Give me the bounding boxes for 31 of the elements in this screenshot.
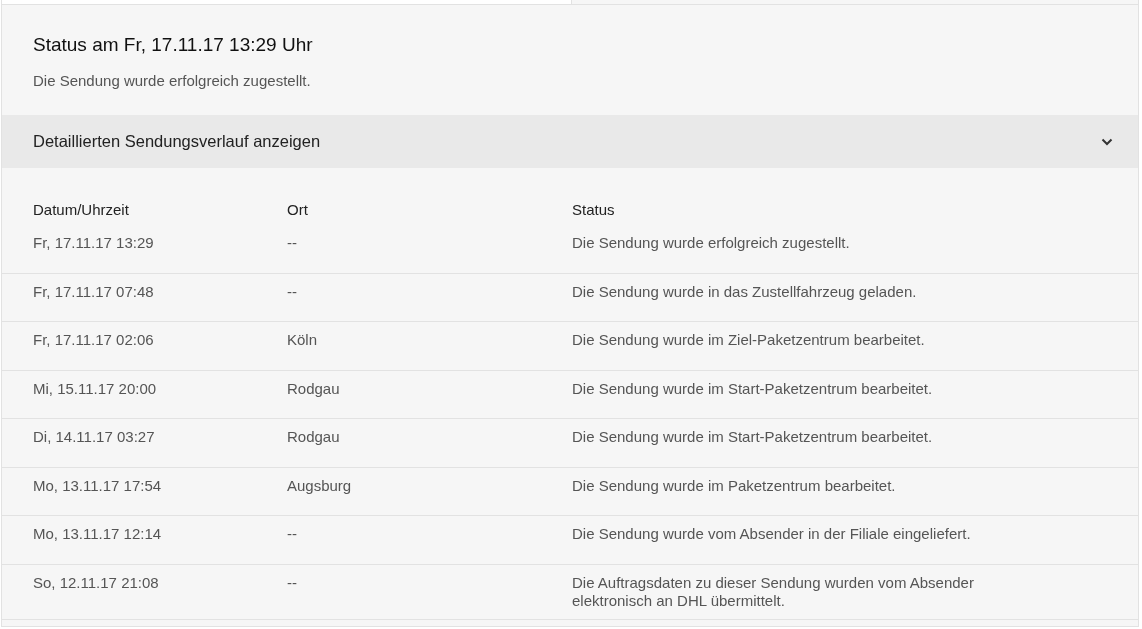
status-cell-text: Die Sendung wurde im Start-Paketzentrum bearbeitet. (572, 428, 934, 446)
place-cell-text: -- (287, 234, 298, 252)
status-message: Die Sendung wurde erfolgreich zugestellt. (33, 72, 312, 89)
history-toggle[interactable]: Detaillierten Sendungsverlauf anzeigen (2, 115, 1138, 168)
place-cell-text: -- (287, 282, 298, 301)
column-header: Datum/Uhrzeit (33, 201, 130, 218)
status-cell-text: Die Sendung wurde vom Absender in der Filiale eingeliefert. (572, 525, 972, 543)
status-cell-text: Die Sendung wurde im Ziel-Paketzentrum bearbeitet. (572, 331, 926, 349)
status-title: Status am Fr, 17.11.17 13:29 Uhr (33, 34, 314, 56)
date-cell-text: Fr, 17.11.17 02:06 (33, 331, 155, 349)
place-cell-text: -- (287, 573, 298, 592)
date-cell-text: Mo, 13.11.17 17:54 (33, 476, 163, 495)
place-cell-text: Rodgau (287, 428, 341, 446)
status-cell-text: Die Sendung wurde in das Zustellfahrzeug geladen. (572, 282, 918, 301)
place-cell-text: Augsburg (287, 476, 353, 495)
chevron-icon (1101, 137, 1113, 146)
date-cell-text: Mi, 15.11.17 20:00 (33, 379, 158, 398)
column-header: Status (572, 201, 616, 218)
status-cell-text: Die Sendung wurde im Paketzentrum bearbeitet. (572, 476, 897, 495)
date-cell-text: Fr, 17.11.17 13:29 (33, 234, 155, 252)
date-cell-text: Mo, 13.11.17 12:14 (33, 525, 163, 543)
date-cell-text: Fr, 17.11.17 07:48 (33, 282, 155, 301)
status-cell-text: Die Auftragsdaten zu dieser Sendung wurden vom Absender elektronisch an DHL übermittelt. (572, 573, 975, 610)
date-cell-text: So, 12.11.17 21:08 (33, 573, 160, 592)
status-cell-text: Die Sendung wurde erfolgreich zugestellt. (572, 234, 851, 252)
status-cell-text: Die Sendung wurde im Start-Paketzentrum bearbeitet. (572, 379, 934, 398)
place-cell-text: Rodgau (287, 379, 341, 398)
place-cell-text: -- (287, 525, 298, 543)
date-cell-text: Di, 14.11.17 03:27 (33, 428, 156, 446)
place-cell-text: Köln (287, 331, 319, 349)
column-header: Ort (287, 201, 309, 218)
